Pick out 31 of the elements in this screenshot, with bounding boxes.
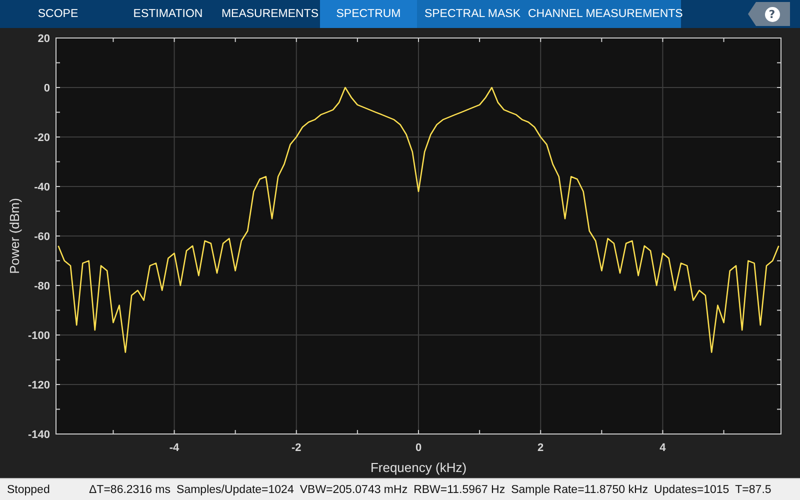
status-reading: Updates=1015 (654, 484, 730, 496)
tab[interactable]: SPECTRAL MASK (417, 0, 528, 28)
tick-label: -140 (28, 429, 50, 441)
status-text: Stopped (6, 484, 51, 496)
tick-label: 2 (538, 442, 544, 454)
tick-label: 20 (38, 33, 50, 45)
tick-label: -2 (292, 442, 302, 454)
axis-title: Frequency (kHz) (370, 460, 467, 475)
tab[interactable]: ESTIMATION (116, 0, 220, 28)
status-reading: ΔT=86.2316 ms (89, 484, 171, 496)
axis-title: Power (dBm) (7, 198, 22, 274)
tab[interactable]: SPECTRUM (320, 0, 417, 28)
status-reading: Sample Rate=11.8750 kHz (511, 484, 648, 496)
tick-label: -60 (34, 231, 50, 243)
tick-label: -100 (28, 330, 50, 342)
status-reading: RBW=11.5967 Hz (414, 484, 506, 496)
status-reading: VBW=205.0743 mHz (300, 484, 408, 496)
tick-label: 0 (44, 82, 50, 94)
tick-label: -4 (169, 442, 180, 454)
tick-label: -120 (28, 380, 50, 392)
tick-label: 4 (660, 442, 666, 454)
tab[interactable]: MEASUREMENTS (220, 0, 320, 28)
tick-label: -40 (34, 182, 50, 194)
tick-label: -80 (34, 280, 50, 292)
tab[interactable]: SCOPE (0, 0, 116, 28)
tick-label: 0 (415, 442, 422, 454)
tick-label: -20 (34, 132, 50, 144)
status-reading: T=87.5 (735, 484, 772, 496)
status-reading: Samples/Update=1024 (176, 484, 294, 496)
tab[interactable]: CHANNEL MEASUREMENTS (528, 0, 681, 28)
help-button[interactable]: ? (748, 2, 790, 26)
